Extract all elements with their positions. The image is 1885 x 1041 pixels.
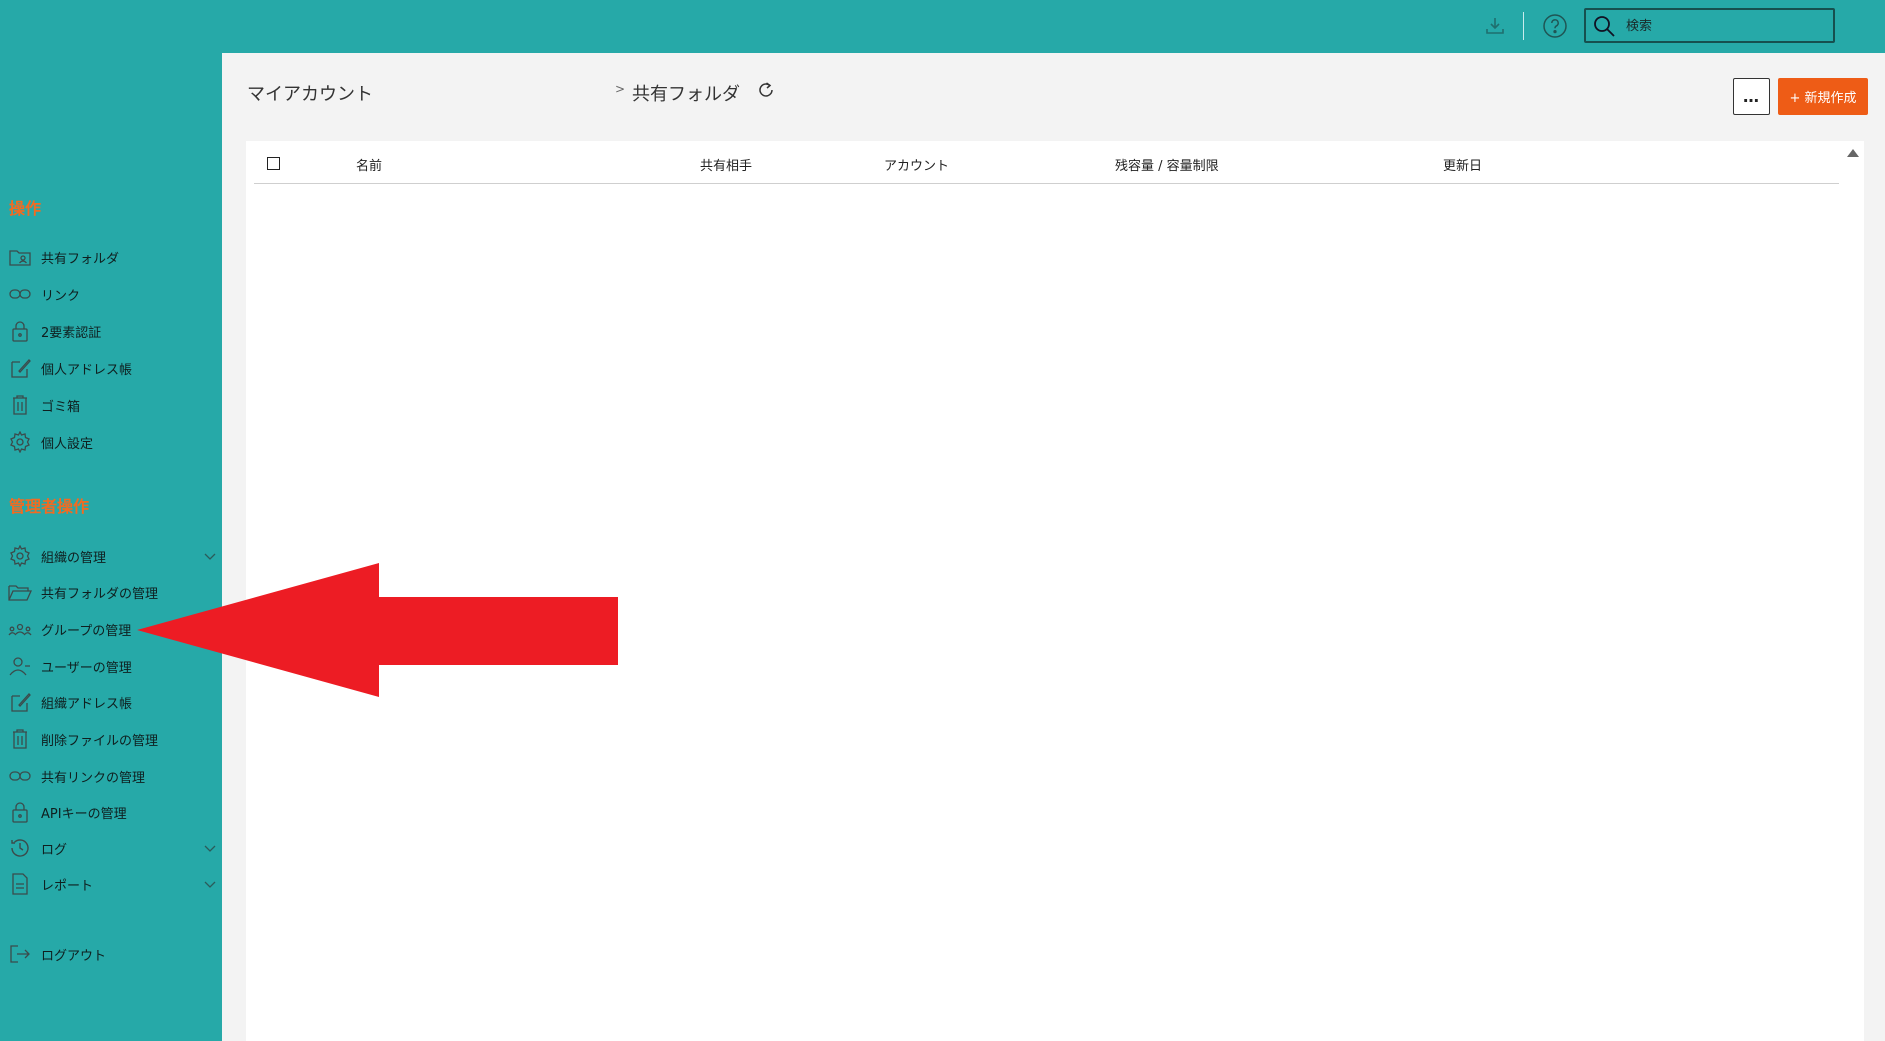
breadcrumb-shared-folder: 共有フォルダ xyxy=(632,84,740,105)
sidebar: 操作 共有フォルダ リンク 2要素認証 個人アドレス帳 ゴミ箱 個人設定 管理者… xyxy=(0,53,222,1041)
sidebar-item-logout[interactable]: ログアウト xyxy=(8,939,218,969)
sidebar-item-shared-links[interactable]: 共有リンクの管理 xyxy=(8,761,218,791)
gear-icon xyxy=(8,544,32,568)
download-icon[interactable] xyxy=(1481,12,1509,40)
search-icon xyxy=(1594,16,1615,37)
column-header-shared-with[interactable]: 共有相手 xyxy=(700,155,752,174)
sidebar-item-label: ログアウト xyxy=(41,948,107,964)
sidebar-item-trash[interactable]: ゴミ箱 xyxy=(8,390,218,420)
topbar-divider xyxy=(1523,12,1524,40)
chevron-down-icon[interactable] xyxy=(202,840,218,856)
sidebar-item-label: 個人アドレス帳 xyxy=(41,362,133,378)
column-header-account[interactable]: アカウント xyxy=(884,155,949,174)
user-icon xyxy=(8,654,32,678)
trash-icon xyxy=(8,727,32,751)
help-icon[interactable] xyxy=(1541,12,1569,40)
sidebar-item-label: 組織アドレス帳 xyxy=(41,696,133,712)
link-icon xyxy=(8,282,32,306)
sidebar-item-label: グループの管理 xyxy=(41,623,132,639)
edit-icon xyxy=(8,356,32,380)
scrollbar[interactable] xyxy=(1864,141,1885,1041)
folder-user-icon xyxy=(8,245,32,269)
sidebar-item-link[interactable]: リンク xyxy=(8,279,218,309)
gear-icon xyxy=(8,430,32,454)
lock-icon xyxy=(8,319,32,343)
refresh-icon[interactable] xyxy=(755,79,777,101)
create-new-button[interactable]: + 新規作成 xyxy=(1778,78,1868,115)
sidebar-item-reports[interactable]: レポート xyxy=(8,869,218,899)
sidebar-item-label: リンク xyxy=(41,288,81,304)
sidebar-item-label: 組織の管理 xyxy=(41,550,107,566)
search-input[interactable] xyxy=(1626,15,1826,37)
lock-icon xyxy=(8,800,32,824)
group-icon xyxy=(8,617,32,641)
history-icon xyxy=(8,836,32,860)
breadcrumb-separator-icon: > xyxy=(615,82,626,96)
sidebar-item-label: 個人設定 xyxy=(41,436,94,452)
trash-icon xyxy=(8,393,32,417)
logout-icon xyxy=(8,942,32,966)
sidebar-item-personal-settings[interactable]: 個人設定 xyxy=(8,427,218,457)
sidebar-item-logs[interactable]: ログ xyxy=(8,833,218,863)
chevron-down-icon[interactable] xyxy=(202,876,218,892)
sidebar-item-api-keys[interactable]: APIキーの管理 xyxy=(8,797,218,827)
sidebar-item-label: 削除ファイルの管理 xyxy=(41,733,159,749)
select-all-checkbox[interactable] xyxy=(267,157,280,170)
operations-section-title: 操作 xyxy=(9,199,42,218)
sidebar-item-label: ログ xyxy=(41,842,68,858)
sidebar-item-shared-folder[interactable]: 共有フォルダ xyxy=(8,242,218,272)
sidebar-item-label: APIキーの管理 xyxy=(41,806,127,822)
scroll-up-icon[interactable] xyxy=(1847,149,1859,157)
breadcrumb-my-account[interactable]: マイアカウント xyxy=(247,80,373,106)
sidebar-item-label: レポート xyxy=(41,878,94,894)
sidebar-item-label: 共有リンクの管理 xyxy=(41,770,146,786)
admin-section-title: 管理者操作 xyxy=(9,497,90,516)
column-header-name[interactable]: 名前 xyxy=(356,155,382,174)
more-options-button[interactable]: … xyxy=(1733,78,1770,115)
document-icon xyxy=(8,872,32,896)
sidebar-item-label: ゴミ箱 xyxy=(41,399,81,415)
folder-open-icon xyxy=(8,580,32,604)
sidebar-item-two-factor[interactable]: 2要素認証 xyxy=(8,316,218,346)
column-header-updated[interactable]: 更新日 xyxy=(1443,155,1482,174)
column-header-capacity[interactable]: 残容量 / 容量制限 xyxy=(1115,155,1219,174)
annotation-arrow xyxy=(137,563,618,697)
sidebar-item-label: 共有フォルダ xyxy=(41,251,120,267)
link-icon xyxy=(8,764,32,788)
table-header: 名前 共有相手 アカウント 残容量 / 容量制限 更新日 xyxy=(254,141,1839,184)
top-bar xyxy=(0,0,1885,53)
sidebar-item-personal-address-book[interactable]: 個人アドレス帳 xyxy=(8,353,218,383)
main-content: マイアカウント > 共有フォルダ … + 新規作成 名前 共有相手 アカウント … xyxy=(222,53,1885,1041)
edit-icon xyxy=(8,690,32,714)
sidebar-item-label: ユーザーの管理 xyxy=(41,660,132,676)
search-box[interactable] xyxy=(1584,8,1835,43)
sidebar-item-label: 2要素認証 xyxy=(41,325,102,341)
sidebar-item-deleted-files[interactable]: 削除ファイルの管理 xyxy=(8,724,218,754)
